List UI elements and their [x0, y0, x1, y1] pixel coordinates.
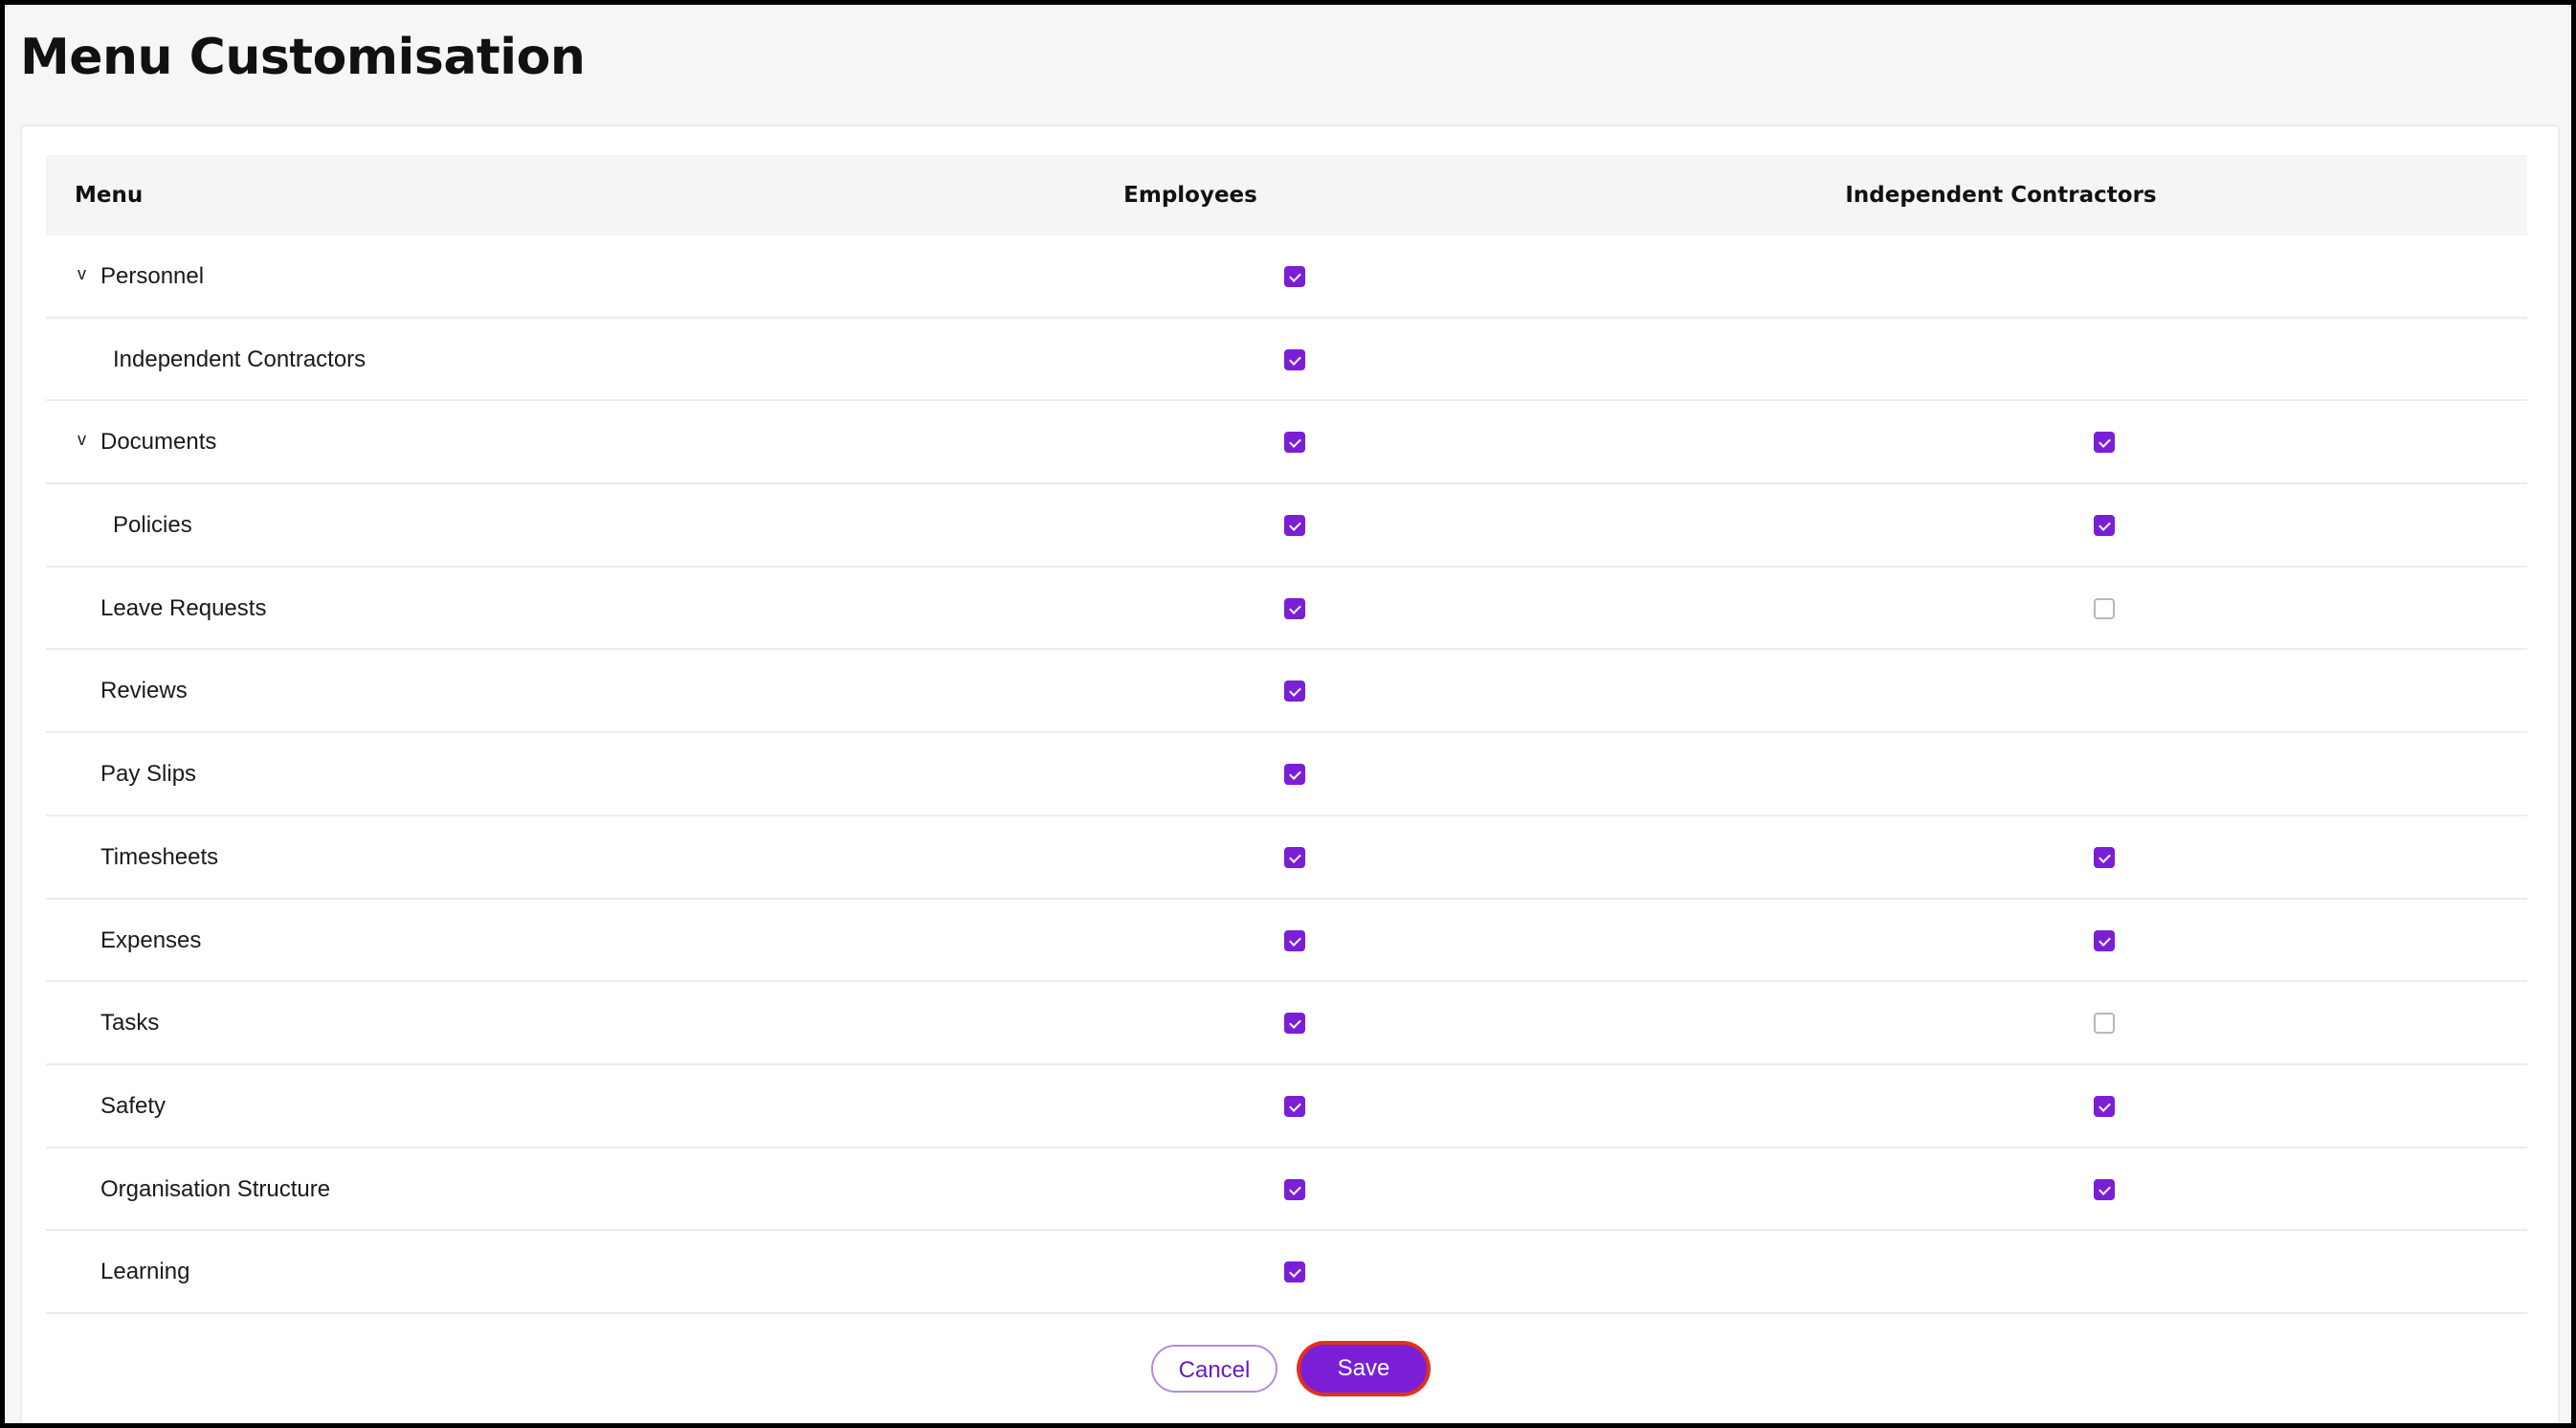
menu-item-label: Tasks: [100, 1010, 160, 1037]
employees-checkbox[interactable]: [1284, 1095, 1305, 1117]
menu-item-label: Safety: [100, 1092, 167, 1119]
table-row: Pay Slips: [46, 733, 2527, 816]
employees-checkbox[interactable]: [1284, 266, 1305, 287]
employees-checkbox[interactable]: [1284, 1178, 1305, 1200]
column-header-menu: Menu: [75, 183, 144, 208]
employees-checkbox[interactable]: [1284, 597, 1305, 619]
chevron-down-icon[interactable]: v: [78, 401, 86, 483]
menu-item-label: Independent Contractors: [113, 346, 366, 372]
page-title: Menu Customisation: [20, 29, 586, 86]
contractors-checkbox[interactable]: [2094, 929, 2115, 951]
table-row: Safety: [46, 1065, 2527, 1149]
contractors-checkbox[interactable]: [2094, 846, 2115, 868]
employees-checkbox[interactable]: [1284, 1013, 1305, 1035]
table-row: Leave Requests: [46, 568, 2527, 651]
employees-checkbox[interactable]: [1284, 929, 1305, 951]
employees-checkbox[interactable]: [1284, 681, 1305, 703]
save-button[interactable]: Save: [1300, 1345, 1427, 1393]
table-body: v Personnel Independent Contractors v Docume…: [46, 235, 2527, 1314]
employees-checkbox[interactable]: [1284, 764, 1305, 786]
page-frame: Menu Customisation Menu Employees Indepe…: [5, 5, 2571, 1423]
contractors-checkbox[interactable]: [2094, 1095, 2115, 1117]
contractors-checkbox[interactable]: [2094, 1178, 2115, 1200]
employees-checkbox[interactable]: [1284, 515, 1305, 537]
table-row: Timesheets: [46, 816, 2527, 900]
table-row: Learning: [46, 1231, 2527, 1314]
employees-checkbox[interactable]: [1284, 348, 1305, 370]
table-row: Organisation Structure: [46, 1149, 2527, 1232]
cancel-button[interactable]: Cancel: [1151, 1345, 1277, 1393]
menu-item-label: Expenses: [100, 926, 202, 953]
employees-checkbox[interactable]: [1284, 1261, 1305, 1283]
table-row: v Documents: [46, 401, 2527, 485]
menu-table: Menu Employees Independent Contractors v…: [46, 155, 2527, 1314]
contractors-checkbox[interactable]: [2094, 597, 2115, 619]
employees-checkbox[interactable]: [1284, 846, 1305, 868]
menu-item-label: Pay Slips: [100, 761, 197, 788]
employees-checkbox[interactable]: [1284, 432, 1305, 454]
menu-item-label: Policies: [113, 512, 192, 539]
column-header-independent-contractors: Independent Contractors: [1845, 183, 2157, 208]
table-row: Reviews: [46, 650, 2527, 734]
menu-item-label: Documents: [100, 429, 217, 456]
table-row: Independent Contractors: [46, 319, 2527, 402]
table-row: Policies: [46, 484, 2527, 568]
contractors-checkbox[interactable]: [2094, 515, 2115, 537]
chevron-down-icon[interactable]: v: [78, 235, 86, 318]
table-row: Tasks: [46, 982, 2527, 1065]
menu-item-label: Personnel: [100, 263, 205, 289]
table-row: Expenses: [46, 900, 2527, 983]
menu-item-label: Leave Requests: [100, 594, 267, 621]
column-header-employees: Employees: [1123, 183, 1257, 208]
menu-settings-card: Menu Employees Independent Contractors v…: [20, 124, 2560, 1423]
menu-item-label: Timesheets: [100, 843, 219, 870]
contractors-checkbox[interactable]: [2094, 1013, 2115, 1035]
menu-item-label: Reviews: [100, 678, 188, 704]
table-row: v Personnel: [46, 235, 2527, 319]
menu-item-label: Learning: [100, 1259, 190, 1285]
contractors-checkbox[interactable]: [2094, 432, 2115, 454]
table-header: Menu Employees Independent Contractors: [46, 155, 2527, 235]
menu-item-label: Organisation Structure: [100, 1175, 331, 1202]
